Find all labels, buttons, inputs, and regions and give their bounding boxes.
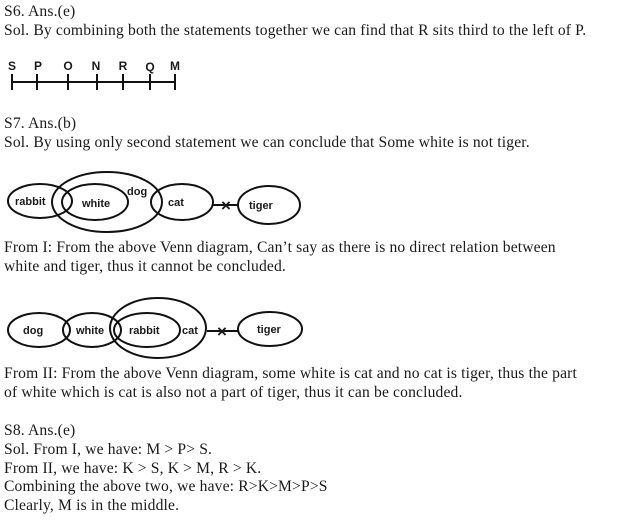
venn-label-dog: dog xyxy=(23,325,43,337)
s8-line-1: Sol. From I, we have: M > P> S. xyxy=(4,441,213,458)
s6-arrangement-diagram: S P O N R Q M xyxy=(8,59,180,90)
venn-label-white: white xyxy=(75,325,104,337)
venn-label-white: white xyxy=(81,198,110,210)
s6-title: S6. Ans.(e) xyxy=(4,3,76,20)
position-label: R xyxy=(119,59,128,73)
venn-diagram-1: × rabbit white dog cat tiger xyxy=(7,171,301,233)
venn-label-rabbit: rabbit xyxy=(15,196,46,208)
s8-line-2: From II, we have: K > S, K > M, R > K. xyxy=(4,460,262,477)
venn-label-dog: dog xyxy=(127,186,147,198)
venn-diagram-2: × dog white rabbit cat tiger xyxy=(7,297,303,359)
from-statement-1-line-2: white and tiger, thus it cannot be concl… xyxy=(4,258,286,275)
s8-title: S8. Ans.(e) xyxy=(4,422,76,439)
venn-label-cat: cat xyxy=(168,197,184,209)
venn-label-tiger: tiger xyxy=(249,200,274,212)
from-statement-2-line-1: From II: From the above Venn diagram, so… xyxy=(4,365,577,382)
position-label: S xyxy=(8,59,16,73)
no-relation-cross-icon: × xyxy=(217,322,227,341)
position-label: Q xyxy=(145,60,154,74)
from-statement-1-line-1: From I: From the above Venn diagram, Can… xyxy=(4,239,556,256)
no-relation-cross-icon: × xyxy=(221,196,231,215)
venn-label-rabbit: rabbit xyxy=(129,325,160,337)
s6-solution: Sol. By combining both the statements to… xyxy=(4,22,587,39)
s8-line-3: Combining the above two, we have: R>K>M>… xyxy=(4,478,328,495)
position-label: N xyxy=(92,59,101,73)
from-statement-2-line-2: of white which is cat is also not a part… xyxy=(4,384,463,401)
position-label: M xyxy=(170,59,180,73)
position-label: O xyxy=(63,59,72,73)
venn-label-cat: cat xyxy=(182,325,198,337)
position-label: P xyxy=(34,59,42,73)
s8-line-4: Clearly, M is in the middle. xyxy=(4,497,180,514)
s7-solution: Sol. By using only second statement we c… xyxy=(4,134,530,151)
s7-title: S7. Ans.(b) xyxy=(4,115,77,132)
venn-label-tiger: tiger xyxy=(257,324,282,336)
